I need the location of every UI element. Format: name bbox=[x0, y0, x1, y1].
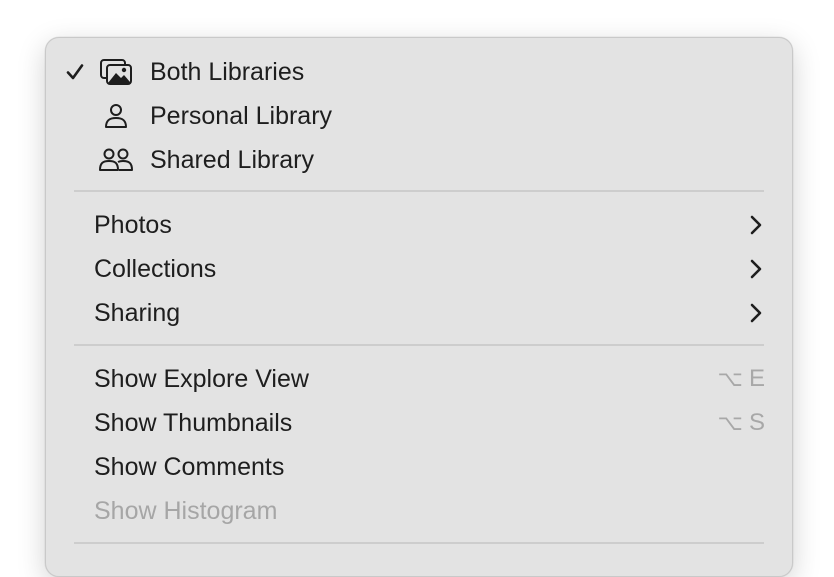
keyboard-shortcut: ⌥ E bbox=[718, 365, 765, 393]
checkmark-icon bbox=[63, 50, 87, 94]
menu-item-both-libraries[interactable]: Both Libraries bbox=[46, 50, 792, 94]
option-key-icon: ⌥ bbox=[717, 366, 743, 391]
menu-separator bbox=[74, 542, 764, 544]
chevron-right-icon bbox=[748, 291, 764, 335]
shortcut-key: S bbox=[748, 409, 765, 436]
chevron-right-icon bbox=[748, 203, 764, 247]
menu-item-show-comments[interactable]: Show Comments bbox=[46, 445, 792, 489]
menu-item-label: Shared Library bbox=[150, 145, 314, 174]
menu-item-shared-library[interactable]: Shared Library bbox=[46, 138, 792, 182]
menu-separator bbox=[74, 344, 764, 346]
menu-separator bbox=[74, 190, 764, 192]
option-key-icon: ⌥ bbox=[717, 410, 743, 435]
menu-item-label: Collections bbox=[94, 254, 217, 283]
menu-item-label: Show Comments bbox=[94, 452, 285, 481]
photo-stack-icon bbox=[96, 50, 136, 94]
menu-item-label: Show Explore View bbox=[94, 364, 309, 393]
person-icon bbox=[96, 94, 136, 138]
menu-item-collections[interactable]: Collections bbox=[46, 247, 792, 291]
people-icon bbox=[96, 138, 136, 182]
menu-item-sharing[interactable]: Sharing bbox=[46, 291, 792, 335]
keyboard-shortcut: ⌥ S bbox=[718, 409, 765, 437]
menu-item-label: Both Libraries bbox=[150, 57, 305, 86]
menu-item-label: Show Histogram bbox=[94, 496, 278, 525]
menu-item-show-histogram: Show Histogram bbox=[46, 489, 792, 533]
menu-item-label: Personal Library bbox=[150, 101, 333, 130]
view-menu: Both Libraries Personal Library Shared L… bbox=[45, 37, 793, 577]
menu-item-label: Photos bbox=[94, 210, 172, 239]
menu-item-photos[interactable]: Photos bbox=[46, 203, 792, 247]
menu-item-show-thumbnails[interactable]: Show Thumbnails ⌥ S bbox=[46, 401, 792, 445]
menu-item-show-explore-view[interactable]: Show Explore View ⌥ E bbox=[46, 357, 792, 401]
menu-item-label: Sharing bbox=[94, 298, 181, 327]
menu-item-personal-library[interactable]: Personal Library bbox=[46, 94, 792, 138]
shortcut-key: E bbox=[748, 365, 765, 392]
menu-item-label: Show Thumbnails bbox=[94, 408, 293, 437]
chevron-right-icon bbox=[748, 247, 764, 291]
